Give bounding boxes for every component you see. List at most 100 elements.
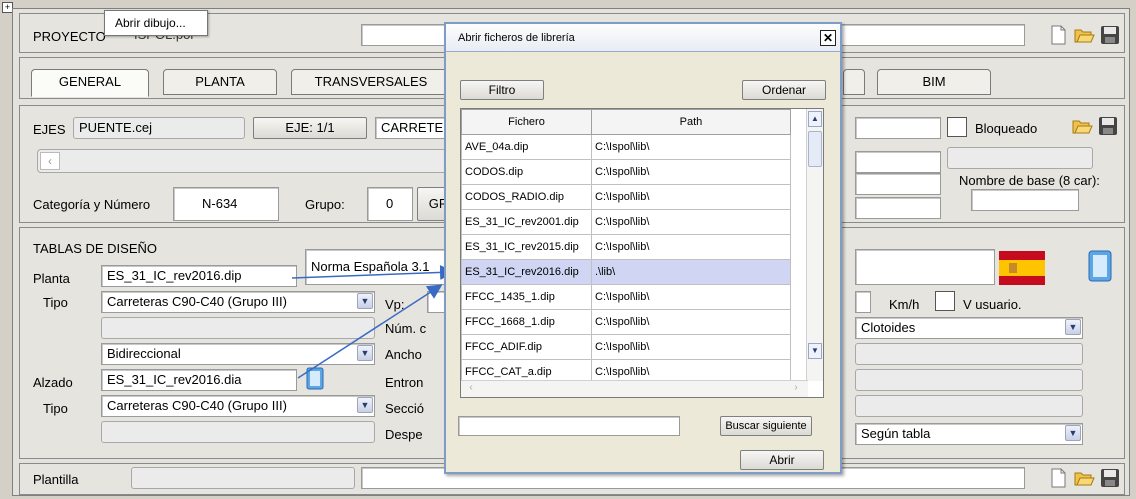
new-document-icon[interactable] [1047, 467, 1069, 489]
vp-input-continued[interactable] [855, 291, 871, 313]
fichero-cell: ES_31_IC_rev2016.dip [461, 259, 592, 285]
chevron-down-icon[interactable]: ▼ [1065, 319, 1081, 335]
path-cell: C:\Ispol\lib\ [591, 184, 791, 210]
ejes-right-field-2[interactable] [855, 151, 941, 173]
tab-partial[interactable] [843, 69, 865, 95]
path-cell: C:\Ispol\lib\ [591, 309, 791, 335]
kmh-label: Km/h [889, 297, 920, 312]
search-input[interactable] [458, 416, 680, 436]
scroll-left-icon[interactable]: ‹ [463, 382, 479, 396]
column-header-path[interactable]: Path [591, 109, 791, 135]
horizontal-scrollbar[interactable]: ‹ › [461, 380, 808, 397]
fichero-cell: FFCC_1435_1.dip [461, 284, 592, 310]
table-row[interactable]: CODOS.dip C:\Ispol\lib\ [461, 159, 791, 185]
scroll-up-icon[interactable]: ▲ [808, 111, 822, 127]
eje-selector-button[interactable]: EJE: 1/1 [253, 117, 367, 139]
table-row[interactable]: CODOS_RADIO.dip C:\Ispol\lib\ [461, 184, 791, 210]
planta-label: Planta [33, 271, 70, 286]
tipo-planta-select[interactable]: Carreteras C90-C40 (Grupo III) [101, 291, 375, 313]
tab-planta[interactable]: PLANTA [163, 69, 277, 95]
dialog-title: Abrir ficheros de librería [446, 24, 840, 52]
table-row-selected[interactable]: ES_31_IC_rev2016.dip .\lib\ [461, 259, 791, 285]
save-disk-icon[interactable] [1097, 115, 1119, 137]
fichero-cell: FFCC_ADIF.dip [461, 334, 592, 360]
v-usuario-checkbox[interactable] [935, 291, 955, 311]
chevron-down-icon[interactable]: ▼ [1065, 425, 1081, 441]
fichero-cell: ES_31_IC_rev2015.dip [461, 234, 592, 260]
open-folder-icon[interactable] [1073, 24, 1095, 46]
chevron-down-icon[interactable]: ▼ [357, 397, 373, 413]
num-label: Núm. c [385, 321, 427, 336]
norma-text-continued [855, 249, 995, 285]
buscar-siguiente-button[interactable]: Buscar siguiente [720, 416, 812, 436]
notebook-icon[interactable] [1085, 249, 1115, 285]
path-cell: C:\Ispol\lib\ [591, 134, 791, 160]
tipo-planta-label: Tipo [43, 295, 68, 310]
tablas-title: TABLAS DE DISEÑO [33, 241, 158, 256]
ejes-right-field-4[interactable] [855, 197, 941, 219]
tab-bim[interactable]: BIM [877, 69, 991, 95]
chevron-down-icon[interactable]: ▼ [357, 293, 373, 309]
filtro-button[interactable]: Filtro [460, 80, 544, 100]
carretera-field[interactable]: CARRETE [375, 117, 455, 139]
bloqueado-label: Bloqueado [975, 121, 1038, 136]
column-header-fichero[interactable]: Fichero [461, 109, 592, 135]
clotoides-select[interactable]: Clotoides [855, 317, 1083, 339]
vertical-scrollbar[interactable]: ▲ ▼ [806, 109, 823, 381]
abrir-libreria-dialog: Abrir ficheros de librería ✕ Filtro Orde… [444, 22, 842, 474]
bloqueado-checkbox[interactable] [947, 117, 967, 137]
alzado-label: Alzado [33, 375, 73, 390]
ejes-right-field-3[interactable] [855, 173, 941, 195]
table-row[interactable]: FFCC_1435_1.dip C:\Ispol\lib\ [461, 284, 791, 310]
ejes-file: PUENTE.cej [73, 117, 245, 139]
spain-flag-icon [999, 251, 1045, 285]
segun-tabla-select[interactable]: Según tabla [855, 423, 1083, 445]
table-row[interactable]: ES_31_IC_rev2001.dip C:\Ispol\lib\ [461, 209, 791, 235]
chevron-down-icon[interactable]: ▼ [357, 345, 373, 361]
table-row[interactable]: FFCC_ADIF.dip C:\Ispol\lib\ [461, 334, 791, 360]
scroll-thumb[interactable] [808, 131, 822, 167]
scroll-right-icon[interactable]: › [788, 382, 804, 396]
library-file-grid[interactable]: Fichero Path AVE_04a.dip C:\Ispol\lib\ CO… [460, 108, 824, 398]
norma-text: Norma Española 3.1 [305, 249, 455, 285]
table-row[interactable]: AVE_04a.dip C:\Ispol\lib\ [461, 134, 791, 160]
save-disk-icon[interactable] [1099, 467, 1121, 489]
abrir-button[interactable]: Abrir [740, 450, 824, 470]
tipo-alzado-extra [101, 421, 375, 443]
tipo-planta-extra [101, 317, 375, 339]
close-icon[interactable]: ✕ [820, 30, 836, 46]
direccion-select[interactable]: Bidireccional [101, 343, 375, 365]
nombre-base-input[interactable] [971, 189, 1079, 211]
planta-file-input[interactable]: ES_31_IC_rev2016.dip [101, 265, 297, 287]
new-document-icon[interactable] [1047, 24, 1069, 46]
seccion-label: Secció [385, 401, 425, 416]
ejes-right-field-1[interactable] [855, 117, 941, 139]
plantilla-label: Plantilla [33, 472, 79, 487]
tab-general[interactable]: GENERAL [31, 69, 149, 97]
open-folder-icon[interactable] [1073, 467, 1095, 489]
scroll-down-icon[interactable]: ▼ [808, 343, 822, 359]
scroll-left-icon[interactable]: ‹ [40, 152, 60, 170]
ordenar-button[interactable]: Ordenar [742, 80, 826, 100]
tipo-alzado-label: Tipo [43, 401, 68, 416]
entron-label: Entron [385, 375, 424, 390]
notebook-icon[interactable] [305, 367, 325, 391]
proyecto-label: PROYECTO [33, 29, 106, 44]
tab-transversales[interactable]: TRANSVERSALES [291, 69, 451, 95]
alzado-file-input[interactable]: ES_31_IC_rev2016.dia [101, 369, 297, 391]
fichero-cell: FFCC_1668_1.dip [461, 309, 592, 335]
fichero-cell: CODOS.dip [461, 159, 592, 185]
ejes-scrollbar[interactable]: ‹ [37, 149, 455, 173]
table-row[interactable]: ES_31_IC_rev2015.dip C:\Ispol\lib\ [461, 234, 791, 260]
categoria-label: Categoría y Número [33, 197, 151, 212]
ejes-right-readonly [947, 147, 1093, 169]
categoria-input[interactable]: N-634 [173, 187, 279, 221]
table-row[interactable]: FFCC_1668_1.dip C:\Ispol\lib\ [461, 309, 791, 335]
tipo-alzado-select[interactable]: Carreteras C90-C40 (Grupo III) [101, 395, 375, 417]
save-disk-icon[interactable] [1099, 24, 1121, 46]
path-cell: C:\Ispol\lib\ [591, 209, 791, 235]
nombre-base-label: Nombre de base (8 car): [959, 173, 1100, 188]
grupo-input[interactable]: 0 [367, 187, 413, 221]
open-folder-icon[interactable] [1071, 115, 1093, 137]
path-cell: C:\Ispol\lib\ [591, 284, 791, 310]
